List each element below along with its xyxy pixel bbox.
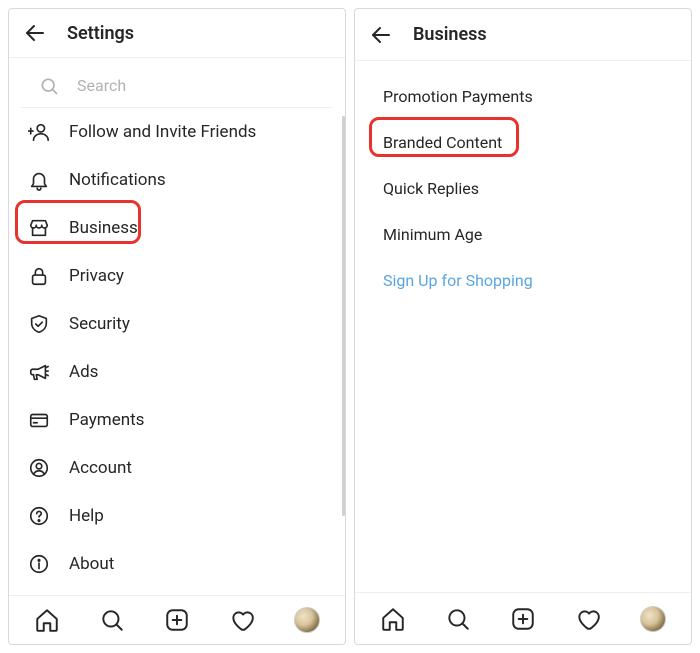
help-icon — [27, 504, 51, 528]
settings-item-payments[interactable]: Payments — [9, 396, 345, 444]
avatar-icon — [294, 607, 320, 633]
home-icon — [34, 607, 60, 633]
business-item-label: Sign Up for Shopping — [383, 271, 533, 290]
nav-activity[interactable] — [222, 600, 262, 640]
nav-home[interactable] — [373, 599, 413, 639]
heart-icon — [575, 606, 601, 632]
settings-header: Settings — [9, 9, 345, 58]
search-input[interactable]: Search — [21, 64, 333, 108]
nav-profile[interactable] — [287, 600, 327, 640]
settings-item-label: Follow and Invite Friends — [69, 122, 256, 142]
settings-item-label: Notifications — [69, 170, 166, 190]
bell-icon — [27, 168, 51, 192]
business-header: Business — [355, 9, 691, 61]
settings-list: Follow and Invite Friends Notifications … — [9, 108, 345, 595]
search-icon — [445, 606, 471, 632]
settings-item-label: Ads — [69, 362, 98, 382]
business-screen: Business Promotion Payments Branded Cont… — [354, 8, 692, 645]
bottom-nav — [9, 595, 345, 644]
add-post-icon — [164, 607, 190, 633]
settings-item-label: Help — [69, 506, 104, 526]
nav-search[interactable] — [438, 599, 478, 639]
business-item-promotion-payments[interactable]: Promotion Payments — [355, 73, 691, 119]
nav-search[interactable] — [92, 600, 132, 640]
settings-item-help[interactable]: Help — [9, 492, 345, 540]
info-icon — [27, 552, 51, 576]
add-post-icon — [510, 606, 536, 632]
back-button[interactable] — [367, 21, 395, 49]
account-icon — [27, 456, 51, 480]
bottom-nav — [355, 592, 691, 644]
settings-item-label: Security — [69, 314, 130, 334]
lock-icon — [27, 264, 51, 288]
back-button[interactable] — [21, 19, 49, 47]
business-content: Promotion Payments Branded Content Quick… — [355, 61, 691, 592]
settings-item-privacy[interactable]: Privacy — [9, 252, 345, 300]
megaphone-icon — [27, 360, 51, 384]
settings-screen: Settings Search Follow and Invite Friend… — [8, 8, 346, 645]
business-item-label: Quick Replies — [383, 179, 479, 198]
business-item-quick-replies[interactable]: Quick Replies — [355, 165, 691, 211]
settings-item-notifications[interactable]: Notifications — [9, 156, 345, 204]
business-item-sign-up-shopping[interactable]: Sign Up for Shopping — [355, 257, 691, 303]
search-icon — [39, 76, 59, 96]
search-icon — [99, 607, 125, 633]
storefront-icon — [27, 216, 51, 240]
nav-add[interactable] — [157, 600, 197, 640]
header-title: Settings — [67, 23, 134, 44]
settings-item-business[interactable]: Business — [9, 204, 345, 252]
settings-item-account[interactable]: Account — [9, 444, 345, 492]
settings-item-label: Payments — [69, 410, 144, 430]
shield-icon — [27, 312, 51, 336]
business-item-label: Promotion Payments — [383, 87, 533, 106]
add-person-icon — [27, 120, 51, 144]
settings-item-security[interactable]: Security — [9, 300, 345, 348]
heart-icon — [229, 607, 255, 633]
header-title: Business — [413, 24, 487, 45]
back-arrow-icon — [23, 21, 47, 45]
settings-item-label: Account — [69, 458, 132, 478]
back-arrow-icon — [369, 23, 393, 47]
settings-item-label: Privacy — [69, 266, 124, 286]
business-item-branded-content[interactable]: Branded Content — [355, 119, 691, 165]
business-item-label: Branded Content — [383, 133, 502, 152]
settings-item-label: About — [69, 554, 114, 574]
business-list: Promotion Payments Branded Content Quick… — [355, 63, 691, 303]
nav-activity[interactable] — [568, 599, 608, 639]
nav-home[interactable] — [27, 600, 67, 640]
home-icon — [380, 606, 406, 632]
nav-profile[interactable] — [633, 599, 673, 639]
settings-item-label: Business — [69, 218, 138, 238]
nav-add[interactable] — [503, 599, 543, 639]
settings-item-about[interactable]: About — [9, 540, 345, 588]
business-item-minimum-age[interactable]: Minimum Age — [355, 211, 691, 257]
avatar-icon — [640, 606, 666, 632]
settings-content: Search Follow and Invite Friends Notific… — [9, 58, 345, 595]
logins-section-header: Logins — [9, 588, 345, 595]
settings-item-follow-invite[interactable]: Follow and Invite Friends — [9, 108, 345, 156]
business-item-label: Minimum Age — [383, 225, 482, 244]
card-icon — [27, 408, 51, 432]
settings-item-ads[interactable]: Ads — [9, 348, 345, 396]
search-placeholder: Search — [77, 76, 126, 95]
